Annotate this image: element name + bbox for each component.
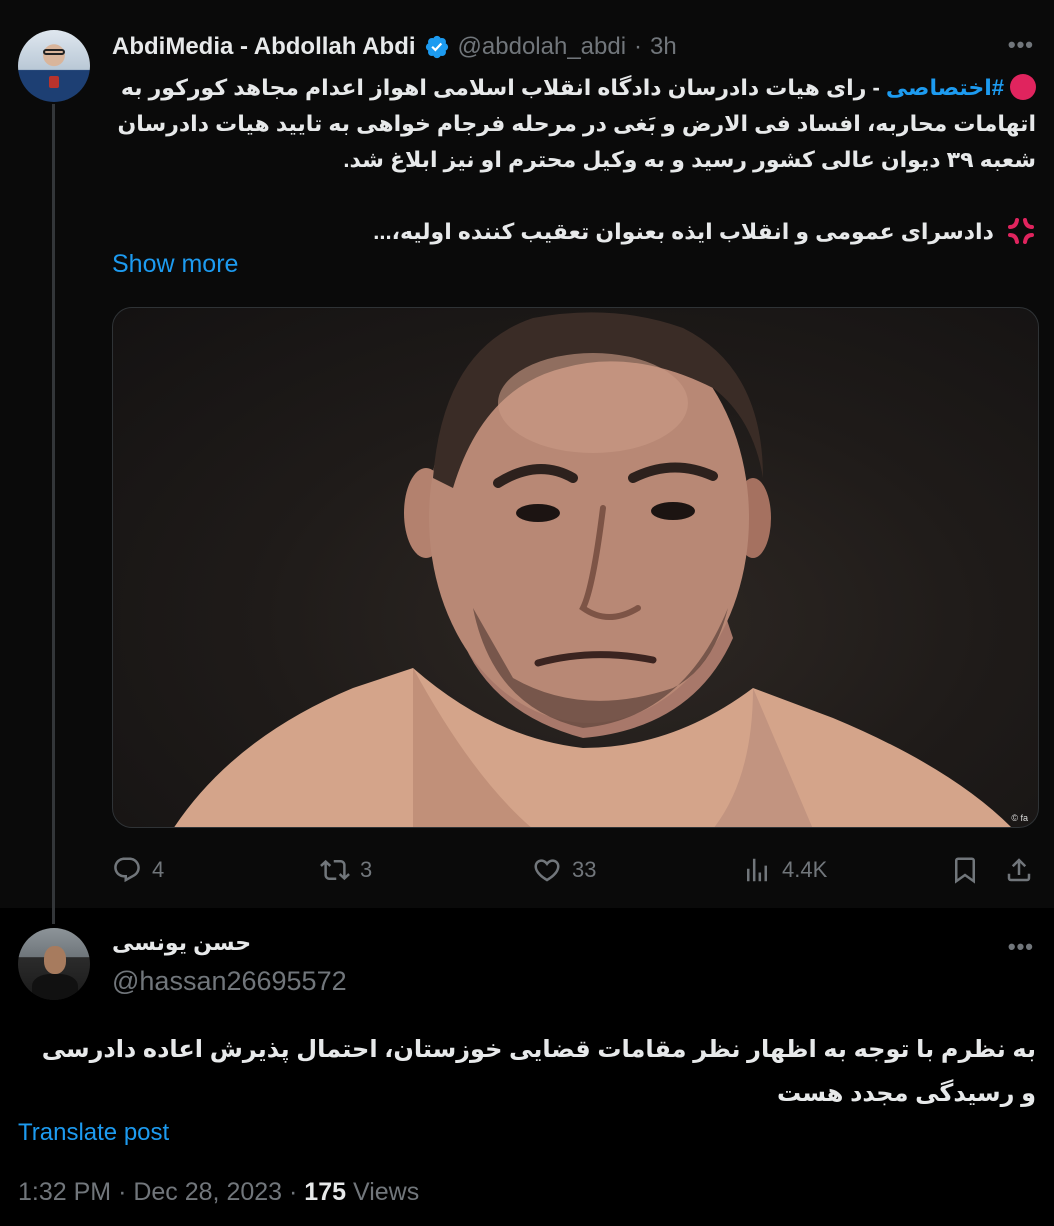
like-count: 33 bbox=[572, 857, 597, 882]
show-more-link[interactable]: Show more bbox=[112, 250, 238, 279]
display-name[interactable]: حسن یونسی bbox=[112, 930, 251, 956]
handle[interactable]: @abdolah_abdi bbox=[458, 33, 627, 61]
hashtag-link[interactable]: #اختصاصی bbox=[886, 75, 1004, 100]
views-button[interactable]: 4.4K bbox=[742, 850, 827, 890]
retweet-button[interactable]: 3 bbox=[320, 850, 372, 890]
more-options-icon[interactable]: ••• bbox=[1008, 934, 1034, 960]
handle[interactable]: @hassan26695572 bbox=[112, 966, 347, 997]
face-detail bbox=[44, 946, 66, 974]
separator-dot: · bbox=[289, 1178, 298, 1206]
reply-button[interactable]: 4 bbox=[112, 850, 164, 890]
post-time[interactable]: 1:32 PM bbox=[18, 1178, 111, 1206]
tweet-text-paragraph-2: دادسرای عمومی و انقلاب ایذه بعنوان تعقیب… bbox=[106, 214, 1036, 250]
share-icon bbox=[1007, 858, 1031, 882]
analytics-icon bbox=[747, 858, 767, 882]
tweet-text: دادسرای عمومی و انقلاب ایذه بعنوان تعقیب… bbox=[373, 219, 994, 244]
tweet-text-paragraph-1: #اختصاصی - رای هیات دادرسان دادگاه انقلا… bbox=[106, 70, 1036, 178]
display-name[interactable]: AbdiMedia - Abdollah Abdi bbox=[112, 33, 416, 61]
post-date[interactable]: Dec 28, 2023 bbox=[133, 1178, 282, 1206]
retweet-icon bbox=[320, 859, 350, 881]
reply-text: به نظرم با توجه به اظهار نظر مقامات قضای… bbox=[41, 1036, 1036, 1107]
avatar[interactable] bbox=[18, 30, 90, 102]
like-button[interactable]: 33 bbox=[532, 850, 596, 890]
verified-badge-icon bbox=[425, 35, 448, 59]
retweet-count: 3 bbox=[360, 857, 373, 882]
timestamp[interactable]: 3h bbox=[650, 33, 677, 61]
tweet-thread: AbdiMedia - Abdollah Abdi @abdolah_abdi … bbox=[0, 0, 1054, 1226]
separator-dot: · bbox=[118, 1178, 127, 1206]
avatar[interactable] bbox=[18, 928, 90, 1000]
action-bar: 4 3 33 4.4K bbox=[112, 850, 1042, 890]
reply-count: 4 bbox=[152, 857, 165, 882]
shirt-detail bbox=[32, 974, 78, 1000]
bookmark-button[interactable] bbox=[950, 850, 980, 890]
heart-icon bbox=[534, 859, 560, 882]
bowtie-detail bbox=[49, 76, 59, 88]
share-button[interactable] bbox=[1004, 850, 1034, 890]
media-photo[interactable]: © fa bbox=[112, 307, 1039, 828]
more-options-icon[interactable]: ••• bbox=[1008, 32, 1034, 58]
views-count: 4.4K bbox=[782, 857, 828, 882]
anger-symbol-emoji-icon bbox=[1008, 218, 1034, 244]
reply-icon bbox=[114, 857, 140, 883]
views-count: 175 bbox=[304, 1178, 347, 1206]
thread-connector-line bbox=[52, 104, 55, 924]
tweet-metadata: 1:32 PM · Dec 28, 2023 · 175 Views bbox=[18, 1178, 419, 1207]
red-circle-emoji-icon bbox=[1010, 74, 1036, 100]
portrait-illustration bbox=[174, 312, 1011, 827]
views-label: Views bbox=[352, 1178, 420, 1206]
bookmark-icon bbox=[955, 857, 975, 884]
media-credit: © fa bbox=[1011, 813, 1028, 823]
glasses-detail bbox=[43, 49, 65, 55]
separator-dot: · bbox=[634, 33, 643, 60]
tweet-header: AbdiMedia - Abdollah Abdi @abdolah_abdi … bbox=[112, 30, 677, 64]
translate-post-link[interactable]: Translate post bbox=[18, 1119, 169, 1147]
